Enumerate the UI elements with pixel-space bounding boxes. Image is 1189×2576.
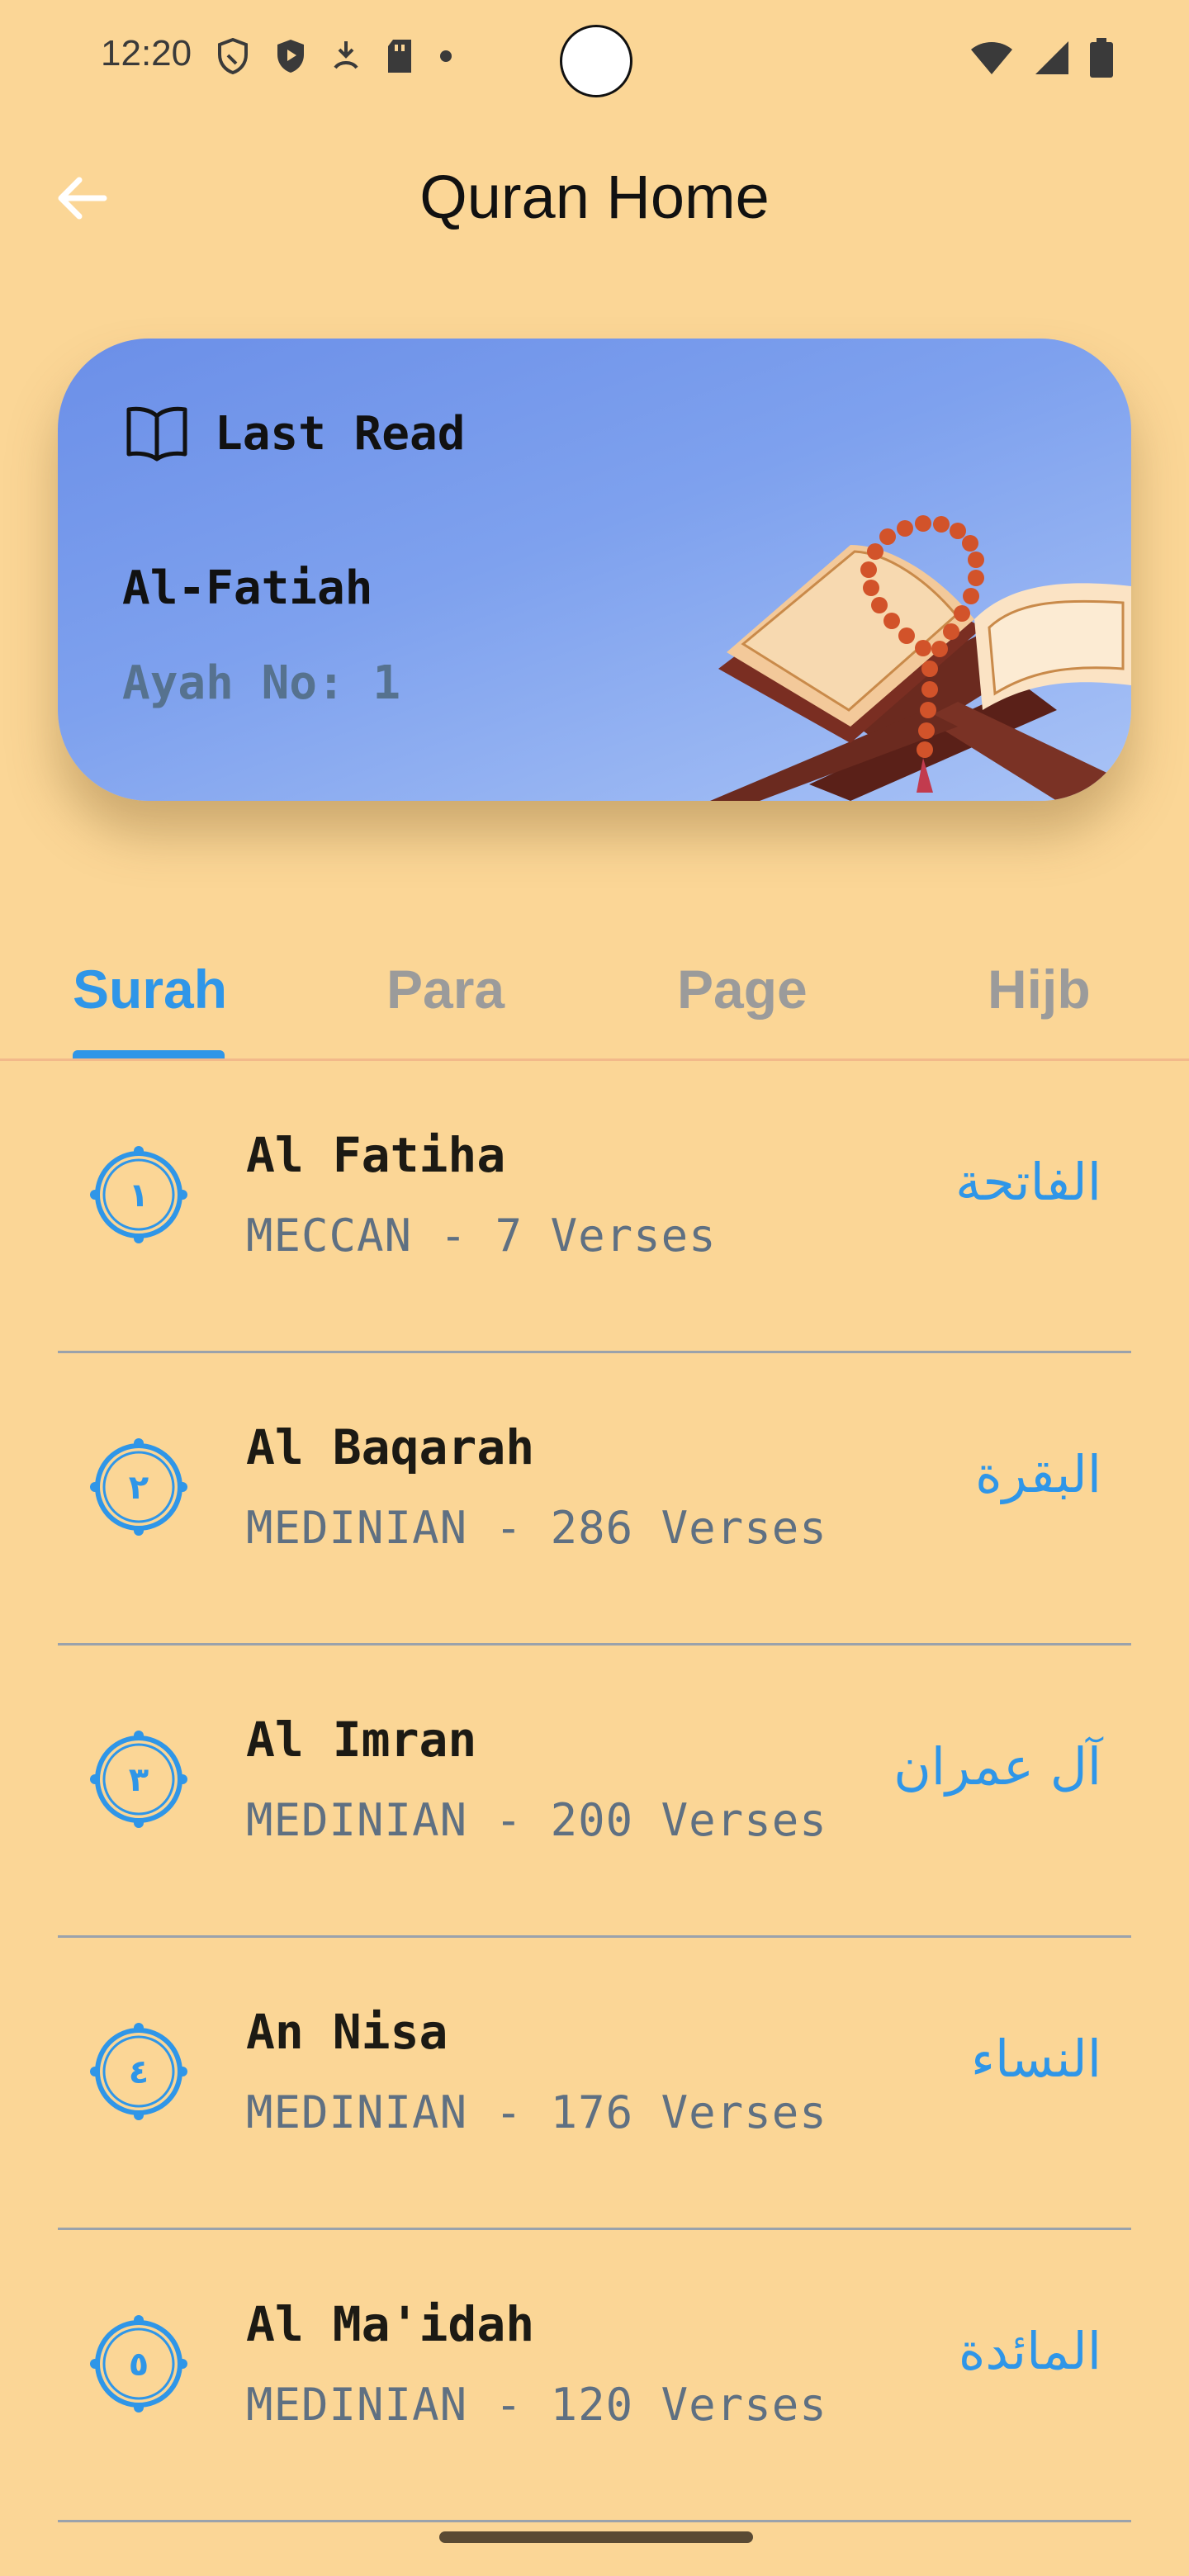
surah-number: ٣ bbox=[129, 1761, 149, 1799]
surah-number: ٢ bbox=[129, 1469, 149, 1507]
surah-meta: MECCAN - 7 Verses bbox=[246, 1210, 717, 1262]
surah-number-badge: ٢ bbox=[88, 1436, 190, 1538]
list-item[interactable]: ١ Al Fatiha MECCAN - 7 Verses الفاتحة bbox=[0, 1061, 1189, 1353]
last-read-card[interactable]: Last Read Al-Fatiah Ayah No: 1 bbox=[58, 339, 1131, 801]
surah-name: Al Imran bbox=[246, 1712, 477, 1768]
surah-meta: MEDINIAN - 286 Verses bbox=[246, 1502, 827, 1554]
surah-arabic-name: النساء bbox=[970, 2029, 1101, 2089]
wifi-icon bbox=[969, 40, 1014, 79]
last-read-header: Last Read bbox=[124, 405, 465, 462]
status-bar: 12:20 bbox=[0, 0, 1189, 124]
surah-name: Al Fatiha bbox=[246, 1127, 506, 1183]
signal-icon bbox=[1034, 40, 1070, 79]
tab-para[interactable]: Para bbox=[386, 958, 504, 1020]
surah-number-badge: ٣ bbox=[88, 1728, 190, 1830]
shield-icon bbox=[216, 37, 249, 78]
surah-number-badge: ٥ bbox=[88, 2313, 190, 2415]
surah-name: Al Baqarah bbox=[246, 1419, 535, 1475]
tab-surah[interactable]: Surah bbox=[73, 958, 227, 1020]
download-icon bbox=[332, 38, 360, 78]
surah-arabic-name: الفاتحة bbox=[955, 1152, 1101, 1212]
surah-number: ٤ bbox=[129, 2053, 149, 2091]
tab-indicator bbox=[73, 1050, 225, 1058]
last-read-ayah: Ayah No: 1 bbox=[122, 656, 401, 710]
open-book-icon bbox=[126, 406, 187, 462]
list-item[interactable]: ٥ Al Ma'idah MEDINIAN - 120 Verses المائ… bbox=[0, 2230, 1189, 2522]
surah-arabic-name: البقرة bbox=[975, 1444, 1101, 1504]
surah-meta: MEDINIAN - 200 Verses bbox=[246, 1794, 827, 1846]
last-read-label: Last Read bbox=[215, 406, 466, 461]
sd-card-icon bbox=[385, 38, 414, 78]
page-title: Quran Home bbox=[419, 163, 770, 231]
status-time: 12:20 bbox=[101, 33, 192, 73]
status-icons-right bbox=[969, 38, 1113, 81]
surah-number-badge: ١ bbox=[88, 1144, 190, 1246]
battery-icon bbox=[1090, 38, 1113, 81]
quran-book-illustration bbox=[710, 515, 1131, 801]
surah-number-badge: ٤ bbox=[88, 2020, 190, 2123]
surah-name: Al Ma'idah bbox=[246, 2296, 535, 2352]
surah-number: ٥ bbox=[129, 2346, 149, 2384]
surah-meta: MEDINIAN - 176 Verses bbox=[246, 2086, 827, 2138]
camera-cutout bbox=[560, 25, 632, 97]
status-icons-left bbox=[216, 37, 452, 78]
tab-hijb[interactable]: Hijb bbox=[988, 958, 1091, 1020]
app-bar: Quran Home bbox=[0, 140, 1189, 256]
surah-arabic-name: المائدة bbox=[958, 2321, 1101, 2381]
surah-list: ١ Al Fatiha MECCAN - 7 Verses الفاتحة ٢ … bbox=[0, 1061, 1189, 2522]
play-shield-icon bbox=[274, 38, 307, 78]
surah-arabic-name: آل عمران bbox=[893, 1736, 1101, 1797]
surah-number: ١ bbox=[129, 1177, 149, 1215]
last-read-surah: Al-Fatiah bbox=[122, 561, 373, 615]
list-item[interactable]: ٢ Al Baqarah MEDINIAN - 286 Verses البقر… bbox=[0, 1353, 1189, 1646]
surah-meta: MEDINIAN - 120 Verses bbox=[246, 2379, 827, 2431]
list-item[interactable]: ٤ An Nisa MEDINIAN - 176 Verses النساء bbox=[0, 1938, 1189, 2230]
surah-name: An Nisa bbox=[246, 2004, 448, 2060]
home-indicator[interactable] bbox=[439, 2531, 753, 2543]
tab-page[interactable]: Page bbox=[677, 958, 808, 1020]
divider bbox=[58, 2520, 1131, 2522]
list-item[interactable]: ٣ Al Imran MEDINIAN - 200 Verses آل عمرا… bbox=[0, 1646, 1189, 1938]
tab-bar: Surah Para Page Hijb bbox=[0, 941, 1189, 1061]
dot-icon bbox=[439, 50, 452, 66]
